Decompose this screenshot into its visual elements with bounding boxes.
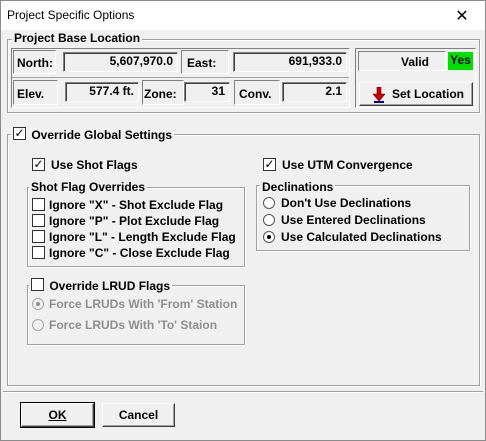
override-lrud-label: Override LRUD Flags: [49, 278, 171, 293]
override-checkbox[interactable]: ✓: [13, 127, 26, 141]
force-lrud-to-radio[interactable]: [32, 319, 44, 331]
set-location-label: Set Location: [392, 87, 465, 101]
radio-selected-dot: [267, 235, 271, 239]
ignore-l-label: Ignore "L" - Length Exclude Flag: [49, 230, 236, 244]
elev-label: Elev.: [17, 87, 45, 101]
override-legend: ✓ Override Global Settings: [11, 127, 175, 143]
valid-status-badge: Yes: [448, 52, 473, 70]
use-calculated-declinations-label: Use Calculated Declinations: [281, 230, 442, 244]
use-shot-flags-checkbox[interactable]: ✓: [32, 158, 45, 171]
dont-use-declinations-label: Don't Use Declinations: [281, 196, 412, 210]
shot-flag-overrides-legend: Shot Flag Overrides: [29, 180, 148, 194]
set-location-button[interactable]: Set Location: [359, 82, 473, 106]
ignore-p-checkbox[interactable]: [32, 214, 45, 227]
ok-label: OK: [48, 408, 67, 422]
ignore-x-label: Ignore "X" - Shot Exclude Flag: [49, 198, 224, 212]
ignore-l-checkbox[interactable]: [32, 230, 45, 243]
override-label: Override Global Settings: [31, 127, 173, 142]
project-options-dialog: Project Specific Options ✕ Project Base …: [0, 0, 486, 441]
radio-selected-dot: [36, 302, 40, 306]
use-entered-declinations-label: Use Entered Declinations: [281, 213, 426, 227]
ok-button[interactable]: OK: [20, 402, 95, 428]
cancel-label: Cancel: [118, 408, 159, 422]
override-lrud-checkbox[interactable]: [31, 278, 44, 292]
red-down-arrow-icon: [373, 87, 385, 103]
force-lrud-from-radio[interactable]: [32, 298, 44, 310]
lrud-group: [27, 285, 245, 345]
base-location-legend: Project Base Location: [12, 31, 143, 45]
conv-value: 2.1: [282, 82, 347, 102]
elev-value: 577.4 ft.: [65, 82, 139, 102]
dont-use-declinations-radio[interactable]: [263, 197, 275, 209]
window-title: Project Specific Options: [7, 8, 135, 22]
north-value: 5,607,970.0: [63, 52, 178, 72]
east-label: East:: [187, 56, 217, 70]
ignore-c-label: Ignore "C" - Close Exclude Flag: [49, 246, 230, 260]
valid-label: Valid: [401, 55, 430, 69]
east-value: 691,933.0: [233, 52, 347, 72]
zone-label: Zone:: [144, 87, 177, 101]
cancel-button[interactable]: Cancel: [102, 403, 175, 427]
ignore-x-checkbox[interactable]: [32, 198, 45, 211]
ignore-c-checkbox[interactable]: [32, 246, 45, 259]
close-icon: ✕: [455, 7, 469, 25]
use-calculated-declinations-radio[interactable]: [263, 231, 275, 243]
zone-value: 31: [184, 82, 230, 102]
use-entered-declinations-radio[interactable]: [263, 214, 275, 226]
use-shot-flags-label: Use Shot Flags: [51, 158, 138, 172]
use-utm-checkbox[interactable]: ✓: [263, 158, 276, 171]
force-lrud-from-label: Force LRUDs With 'From' Station: [49, 297, 238, 311]
force-lrud-to-label: Force LRUDs With 'To' Staion: [49, 318, 218, 332]
close-button[interactable]: ✕: [439, 1, 485, 30]
conv-label: Conv.: [239, 87, 272, 101]
row-divider: [12, 77, 349, 78]
ignore-p-label: Ignore "P" - Plot Exclude Flag: [49, 214, 220, 228]
use-utm-label: Use UTM Convergence: [282, 158, 413, 172]
north-label: North:: [17, 56, 53, 70]
title-bar[interactable]: Project Specific Options ✕: [1, 1, 485, 30]
lrud-legend: Override LRUD Flags: [29, 278, 173, 294]
declinations-legend: Declinations: [260, 180, 336, 194]
